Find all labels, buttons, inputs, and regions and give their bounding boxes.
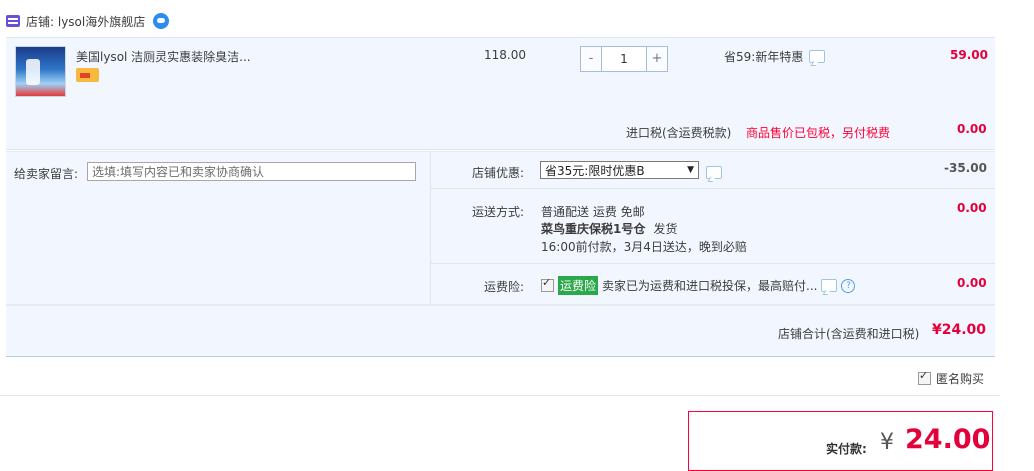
shop-discount-amount: -35.00 <box>944 161 987 175</box>
shipping-dispatch: 发货 <box>653 222 678 236</box>
section-divider <box>0 395 1000 396</box>
quantity-decrease-button[interactable]: - <box>581 47 601 71</box>
pay-currency: ¥ <box>880 430 894 455</box>
promo-info: 省59:新年特惠 <box>724 48 826 65</box>
product-title[interactable]: 美国lysol 洁厕灵实惠装除臭洁... <box>76 48 251 65</box>
tax-note: 商品售价已包税，另付税费 <box>746 126 891 140</box>
message-icon[interactable] <box>706 166 722 179</box>
quantity-stepper: - 1 + <box>580 46 668 72</box>
shop-discount-select[interactable]: 省35元:限时优惠B ▼ <box>540 161 699 179</box>
insurance-label: 运费险: <box>484 280 525 294</box>
shipping-amount: 0.00 <box>957 201 987 215</box>
panel-divider <box>430 151 431 305</box>
tax-label: 进口税(含运费税款) <box>626 126 732 140</box>
anonymous-checkbox[interactable] <box>918 369 931 385</box>
shipping-warehouse: 菜鸟重庆保税1号仓 <box>541 222 646 236</box>
shop-header: 店铺: lysol海外旗舰店 <box>6 12 170 30</box>
shop-icon <box>6 15 20 27</box>
quantity-input[interactable]: 1 <box>601 47 647 71</box>
shop-discount-value: 省35元:限时优惠B <box>545 163 645 178</box>
chat-icon[interactable] <box>153 13 170 29</box>
insurance-amount: 0.00 <box>957 276 987 290</box>
shipping-label: 运送方式: <box>472 205 525 219</box>
shipping-method: 普通配送 运费 免邮 <box>541 205 645 219</box>
quantity-increase-button[interactable]: + <box>647 47 667 71</box>
unit-price: 118.00 <box>484 48 526 62</box>
message-icon[interactable] <box>821 279 838 292</box>
pay-amount: 24.00 <box>905 424 991 455</box>
insurance-text: 卖家已为运费和进口税投保，最高赔付... <box>602 279 818 293</box>
row-divider <box>431 263 995 264</box>
shop-discount-label: 店铺优惠: <box>472 166 525 180</box>
credit-card-icon <box>76 68 99 82</box>
pay-label: 实付款: <box>826 442 867 456</box>
anonymous-label[interactable]: 匿名购买 <box>936 370 984 387</box>
shop-total-label: 店铺合计(含运费和进口税) <box>778 327 920 341</box>
shipping-warehouse-line: 菜鸟重庆保税1号仓 发货 <box>541 220 677 237</box>
insurance-checkbox[interactable] <box>541 276 554 292</box>
seller-note-input[interactable]: 选填:填写内容已和卖家协商确认 <box>87 162 416 181</box>
anonymous-purchase: 匿名购买 <box>918 369 984 387</box>
chevron-down-icon: ▼ <box>687 165 694 175</box>
row-divider <box>431 188 995 189</box>
help-icon[interactable]: ? <box>841 278 856 293</box>
tax-amount: 0.00 <box>957 122 987 136</box>
seller-note-label: 给卖家留言: <box>14 167 79 181</box>
insurance-info: 运费险 卖家已为运费和进口税投保，最高赔付... ? <box>541 276 856 295</box>
shipping-promise: 16:00前付款，3月4日送达，晚到必赔 <box>541 240 747 254</box>
shop-name[interactable]: 店铺: lysol海外旗舰店 <box>26 13 145 30</box>
message-icon[interactable] <box>809 50 826 63</box>
promo-text: 省59:新年特惠 <box>724 50 804 64</box>
product-thumbnail[interactable] <box>15 46 66 97</box>
insurance-badge: 运费险 <box>558 276 599 295</box>
item-subtotal: 59.00 <box>950 48 988 62</box>
shop-total-amount: ¥24.00 <box>932 322 987 338</box>
